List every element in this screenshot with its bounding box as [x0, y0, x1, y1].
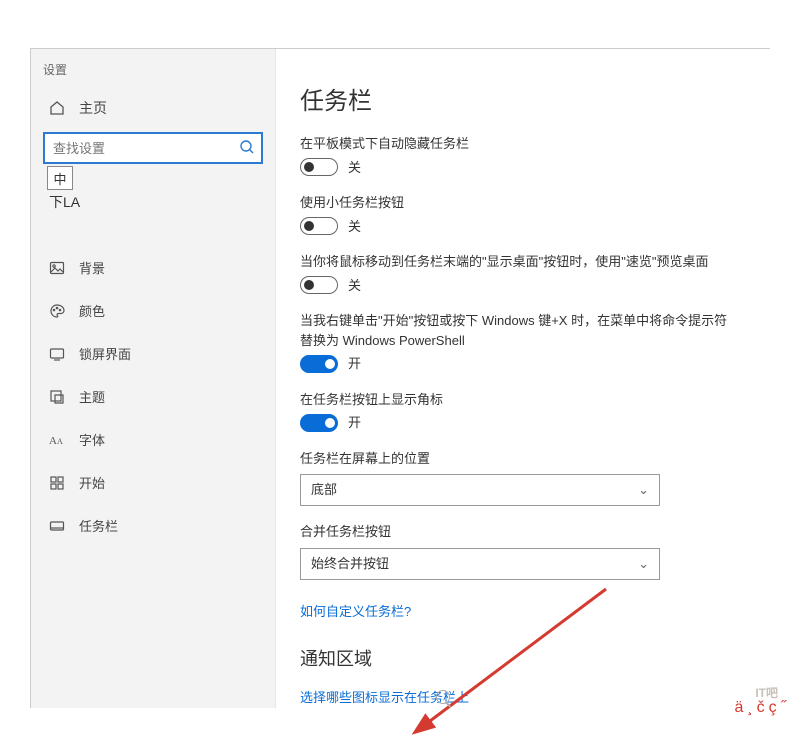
toggle-state: 关 — [348, 158, 361, 178]
dropdown-combine[interactable]: 始终合并按钮 ⌄ — [300, 548, 660, 580]
watermark-right: ä¸čç˝ — [734, 699, 790, 717]
toggle-state: 开 — [348, 413, 361, 433]
section-notification-area: 通知区域 — [300, 645, 734, 671]
home-button[interactable]: 主页 — [31, 88, 275, 132]
dropdown-value: 底部 — [311, 480, 337, 500]
setting-label: 在平板模式下自动隐藏任务栏 — [300, 134, 734, 154]
toggle-badges[interactable] — [300, 414, 338, 432]
search-icon — [239, 139, 255, 155]
svg-text:A: A — [57, 437, 63, 446]
toggle-autohide-tablet[interactable] — [300, 158, 338, 176]
sidebar: 设置 主页 中 下LA 背景 颜色 — [31, 49, 276, 708]
dropdown-value: 始终合并按钮 — [311, 554, 389, 574]
search-input[interactable] — [43, 132, 263, 164]
toggle-state: 关 — [348, 217, 361, 237]
toggle-state: 关 — [348, 276, 361, 296]
sidebar-item-themes[interactable]: 主题 — [31, 375, 275, 418]
taskbar-icon — [49, 518, 65, 534]
picture-icon — [49, 260, 65, 276]
setting-label: 当你将鼠标移动到任务栏末端的"显示桌面"按钮时，使用"速览"预览桌面 — [300, 252, 734, 272]
sidebar-item-background[interactable]: 背景 — [31, 246, 275, 289]
theme-icon — [49, 389, 65, 405]
setting-peek-desktop: 当你将鼠标移动到任务栏末端的"显示桌面"按钮时，使用"速览"预览桌面 关 — [300, 252, 734, 295]
lockscreen-icon — [49, 346, 65, 362]
toggle-small-buttons[interactable] — [300, 217, 338, 235]
setting-label: 任务栏在屏幕上的位置 — [300, 449, 734, 469]
link-customize-taskbar[interactable]: 如何自定义任务栏? — [300, 602, 411, 622]
setting-powershell: 当我右键单击"开始"按钮或按下 Windows 键+X 时，在菜单中将命令提示符… — [300, 311, 734, 374]
search-box[interactable]: 中 — [43, 132, 263, 164]
toggle-peek-desktop[interactable] — [300, 276, 338, 294]
chevron-down-icon: ⌄ — [638, 480, 649, 500]
svg-text:A: A — [49, 435, 57, 447]
sidebar-item-label: 任务栏 — [79, 516, 118, 535]
dropdown-position[interactable]: 底部 ⌄ — [300, 474, 660, 506]
sidebar-item-lockscreen[interactable]: 锁屏界面 — [31, 332, 275, 375]
setting-badges: 在任务栏按钮上显示角标 开 — [300, 390, 734, 433]
content-pane: 任务栏 在平板模式下自动隐藏任务栏 关 使用小任务栏按钮 关 当你将鼠标移动到任… — [276, 49, 770, 708]
sidebar-section-trunc: 下LA — [49, 192, 275, 212]
ime-badge[interactable]: 中 — [47, 166, 73, 190]
sidebar-item-start[interactable]: 开始 — [31, 461, 275, 504]
cursor-icon — [436, 690, 450, 704]
setting-autohide-tablet: 在平板模式下自动隐藏任务栏 关 — [300, 134, 734, 177]
start-icon — [49, 475, 65, 491]
toggle-powershell[interactable] — [300, 355, 338, 373]
sidebar-item-taskbar[interactable]: 任务栏 — [31, 504, 275, 547]
sidebar-item-fonts[interactable]: AA 字体 — [31, 418, 275, 461]
sidebar-nav: 背景 颜色 锁屏界面 主题 AA 字体 开始 — [31, 246, 275, 547]
page-title: 任务栏 — [300, 81, 734, 116]
setting-combine: 合并任务栏按钮 始终合并按钮 ⌄ — [300, 522, 734, 580]
setting-small-buttons: 使用小任务栏按钮 关 — [300, 193, 734, 236]
sidebar-item-label: 颜色 — [79, 301, 105, 320]
sidebar-item-colors[interactable]: 颜色 — [31, 289, 275, 332]
setting-label: 当我右键单击"开始"按钮或按下 Windows 键+X 时，在菜单中将命令提示符… — [300, 311, 734, 350]
home-icon — [49, 100, 65, 116]
palette-icon — [49, 303, 65, 319]
sidebar-item-label: 字体 — [79, 430, 105, 449]
setting-label: 使用小任务栏按钮 — [300, 193, 734, 213]
setting-position: 任务栏在屏幕上的位置 底部 ⌄ — [300, 449, 734, 507]
setting-label: 在任务栏按钮上显示角标 — [300, 390, 734, 410]
sidebar-item-label: 开始 — [79, 473, 105, 492]
sidebar-item-label: 背景 — [79, 258, 105, 277]
sidebar-item-label: 主题 — [79, 387, 105, 406]
window-title: 设置 — [31, 57, 275, 88]
setting-label: 合并任务栏按钮 — [300, 522, 734, 542]
toggle-state: 开 — [348, 354, 361, 374]
sidebar-item-label: 锁屏界面 — [79, 344, 131, 363]
font-icon: AA — [49, 432, 65, 448]
home-label: 主页 — [79, 98, 107, 118]
chevron-down-icon: ⌄ — [638, 554, 649, 574]
